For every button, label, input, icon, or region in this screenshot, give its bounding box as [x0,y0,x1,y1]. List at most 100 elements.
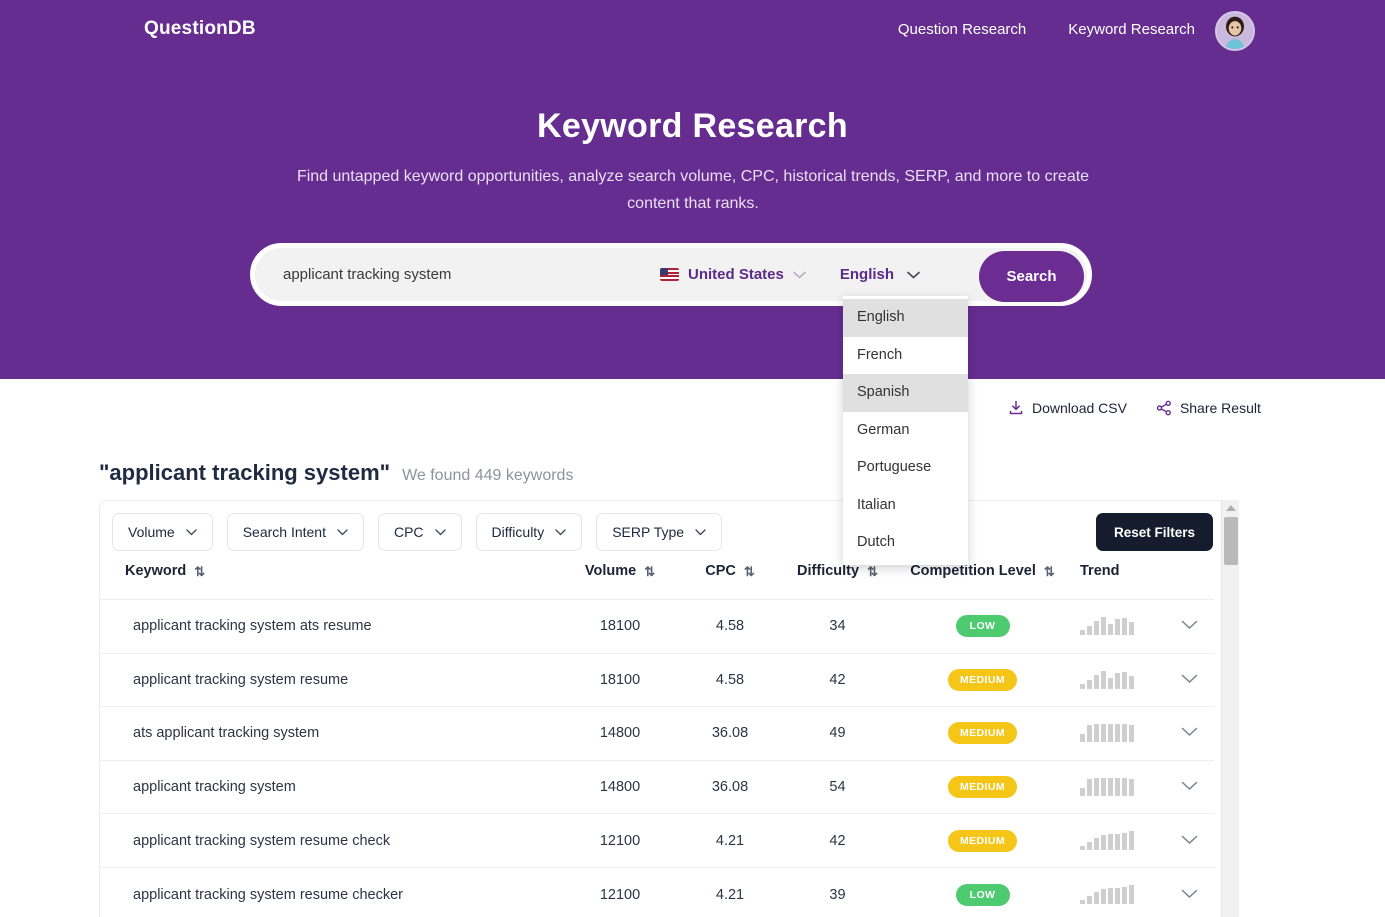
chevron-down-icon [434,528,446,535]
trend-sparkline [1080,828,1134,850]
cell-competition: MEDIUM [895,707,1070,761]
sort-updown-icon[interactable]: ⇅ [867,565,878,578]
results-card: Volume Search Intent CPC Difficulty SERP… [99,500,1239,917]
column-label-difficulty: Difficulty [797,563,860,579]
filter-volume[interactable]: Volume [112,513,213,551]
cell-cpc: 4.58 [715,671,745,688]
chevron-down-icon[interactable] [1181,833,1198,849]
sort-updown-icon[interactable]: ⇅ [744,565,755,578]
cell-difficulty: 34 [829,618,846,635]
table-body: applicant tracking system ats resume 1810… [100,599,1214,917]
chevron-down-icon[interactable] [1181,618,1198,634]
cell-expand[interactable] [1165,867,1214,917]
cell-cpc: 4.58 [715,618,745,635]
table-row[interactable]: ats applicant tracking system 14800 36.08 4… [100,706,1214,761]
cell-trend [1070,814,1165,868]
filter-search-intent[interactable]: Search Intent [226,513,364,551]
language-selector[interactable]: English [840,266,920,283]
status-badge: MEDIUM [948,668,1017,691]
language-label: English [839,266,895,283]
cell-keyword[interactable]: ats applicant tracking system [100,707,560,761]
filter-cpc[interactable]: CPC [377,513,462,551]
search-button[interactable]: Search [979,251,1084,302]
column-header-difficulty[interactable]: Difficulty ⇅ [780,563,895,600]
column-header-competition[interactable]: Competition Level ⇅ [895,563,1070,600]
column-header-volume[interactable]: Volume ⇅ [560,563,680,600]
cell-keyword[interactable]: applicant tracking system ats resume [100,600,560,654]
nav-link-keyword-research[interactable]: Keyword Research [1068,21,1195,38]
country-selector[interactable]: United States [660,266,806,283]
language-option-portuguese[interactable]: Portuguese [843,449,968,487]
language-option-spanish[interactable]: Spanish [843,374,968,412]
nav-link-question-research[interactable]: Question Research [898,21,1026,38]
column-label-competition: Competition Level [910,563,1036,579]
share-nodes-icon [1156,400,1171,416]
cell-volume: 18100 [599,618,641,635]
language-option-italian[interactable]: Italian [843,487,968,525]
trend-sparkline [1080,774,1134,797]
sort-updown-icon[interactable]: ⇅ [1044,565,1055,578]
cell-difficulty: 49 [829,725,846,742]
cell-volume: 12100 [599,832,641,849]
nav-links: Question Research Keyword Research [898,21,1195,38]
table-row[interactable]: applicant tracking system 14800 36.08 54 MED… [100,760,1214,814]
cell-keyword[interactable]: applicant tracking system [100,760,560,814]
table-row[interactable]: applicant tracking system resume 18100 4.5… [100,653,1214,707]
chevron-down-icon[interactable] [1181,779,1198,795]
cell-keyword[interactable]: applicant tracking system resume check [100,814,560,868]
column-header-trend: Trend [1070,563,1165,600]
chevron-down-icon[interactable] [1181,725,1198,741]
chevron-down-icon[interactable] [1181,672,1198,688]
column-label-trend: Trend [1080,563,1120,579]
chevron-down-icon [337,528,348,535]
share-result-label: Share Result [1179,400,1261,416]
cell-expand[interactable] [1165,600,1214,654]
cell-competition: MEDIUM [895,814,1070,868]
cell-difficulty: 39 [829,886,846,903]
share-result-button[interactable]: Share Result [1156,400,1261,416]
language-option-dutch[interactable]: Dutch [843,524,968,562]
chevron-down-icon[interactable] [1181,887,1198,903]
filter-serp-type[interactable]: SERP Type [596,513,723,551]
vertical-scrollbar[interactable] [1221,500,1239,917]
filter-volume-label: Volume [128,524,175,540]
language-option-french[interactable]: French [843,337,968,375]
column-label-keyword: Keyword [125,563,187,579]
cell-expand[interactable] [1165,814,1214,868]
download-csv-button[interactable]: Download CSV [1008,400,1127,416]
reset-filters-button[interactable]: Reset Filters [1095,513,1213,551]
chevron-down-icon [793,271,806,279]
status-badge: LOW [955,615,1010,638]
cell-expand[interactable] [1165,707,1214,761]
language-option-english[interactable]: English [843,299,968,337]
table-row[interactable]: applicant tracking system ats resume 1810… [100,599,1214,654]
avatar[interactable] [1215,11,1255,51]
page-subtitle: Find untapped keyword opportunities, ana… [296,168,1090,212]
cell-keyword[interactable]: applicant tracking system resume checker [100,867,560,917]
page-title: Keyword Research [537,107,848,145]
filter-difficulty-label: Difficulty [491,524,545,540]
filter-difficulty[interactable]: Difficulty [475,513,583,551]
column-header-keyword[interactable]: Keyword ⇅ [100,563,560,600]
download-icon [1009,400,1023,415]
cell-competition: MEDIUM [895,653,1070,707]
hero-section: QuestionDB Question Research Keyword Res… [0,0,1385,379]
table-row[interactable]: applicant tracking system resume check 12… [100,813,1214,868]
scroll-up-arrow-icon[interactable] [1226,505,1236,511]
cell-expand[interactable] [1165,653,1214,707]
cell-volume: 12100 [599,886,641,903]
cell-volume: 18100 [599,671,641,688]
brand-logo[interactable]: QuestionDB [144,18,256,40]
table-row[interactable]: applicant tracking system resume checker… [100,867,1214,917]
cell-expand[interactable] [1165,760,1214,814]
search-input[interactable] [283,266,653,283]
cell-keyword[interactable]: applicant tracking system resume [100,653,560,707]
cell-cpc: 4.21 [715,886,745,903]
column-header-cpc[interactable]: CPC ⇅ [680,563,780,600]
scrollbar-thumb[interactable] [1224,517,1238,565]
cell-cpc: 4.21 [715,832,745,849]
trend-sparkline [1080,667,1134,689]
language-option-german[interactable]: German [843,412,968,450]
sort-updown-icon[interactable]: ⇅ [194,565,205,578]
sort-updown-icon[interactable]: ⇅ [644,565,655,578]
